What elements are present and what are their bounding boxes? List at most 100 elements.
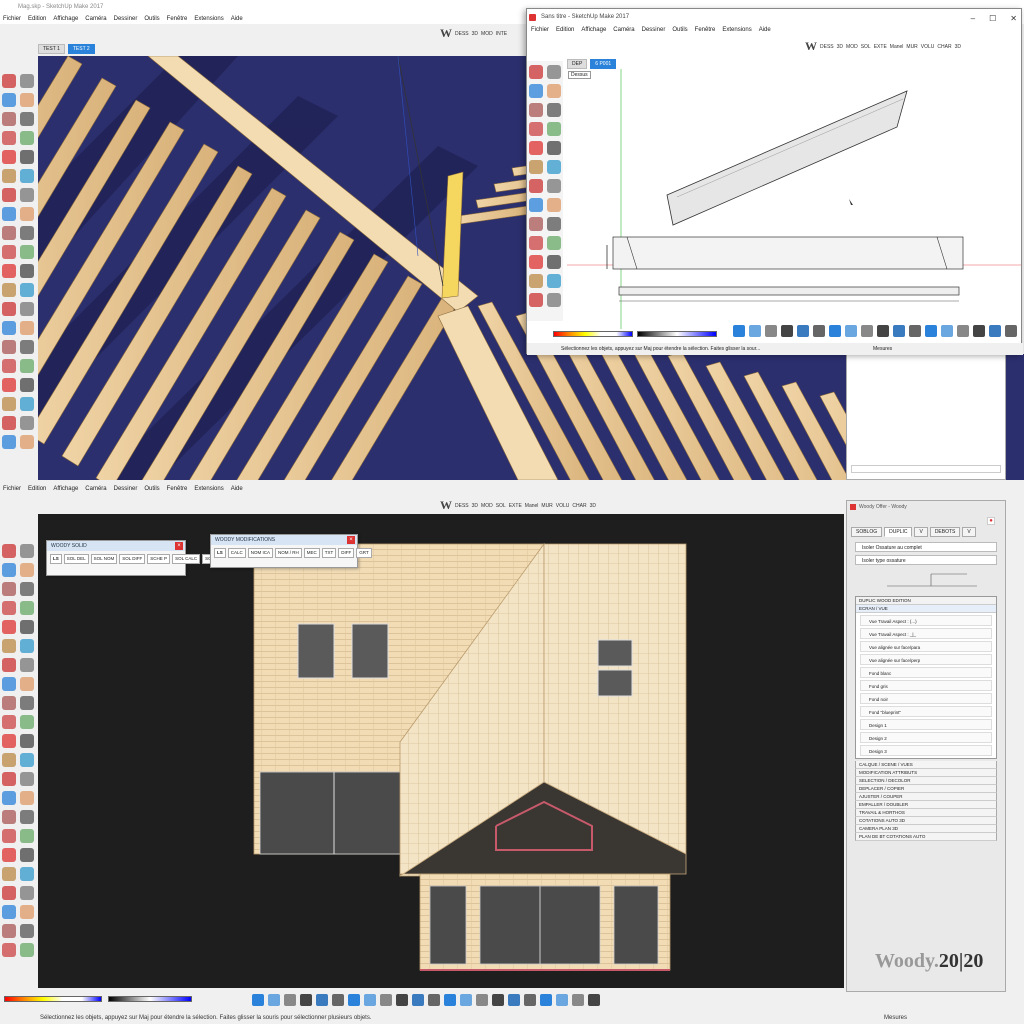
tool-icon[interactable]: [2, 378, 16, 392]
tool-icon[interactable]: [2, 620, 16, 634]
list-item[interactable]: Vue alignée sur face/para: [860, 641, 992, 652]
view-tool-icon[interactable]: [508, 994, 520, 1006]
tool-icon[interactable]: [529, 65, 543, 79]
view-tool-icon[interactable]: [348, 994, 360, 1006]
b-tb-mod[interactable]: MOD: [481, 503, 493, 509]
tool-icon[interactable]: [2, 544, 16, 558]
sub-menu-fichier[interactable]: Fichier: [531, 25, 549, 35]
tool-icon[interactable]: [547, 274, 561, 288]
tool-icon[interactable]: [529, 84, 543, 98]
list-item[interactable]: Design 2: [860, 732, 992, 743]
minimize-icon[interactable]: –: [971, 11, 975, 27]
tool-icon[interactable]: [529, 122, 543, 136]
woody-logo-icon[interactable]: W: [440, 26, 452, 41]
view-tool-icon[interactable]: [444, 994, 456, 1006]
b-menu-fenetre[interactable]: Fenêtre: [167, 484, 188, 494]
tool-icon[interactable]: [20, 677, 34, 691]
view-tool-icon[interactable]: [989, 325, 1001, 337]
tool-icon[interactable]: [2, 245, 16, 259]
menu-edition[interactable]: Edition: [28, 14, 46, 24]
b-tb-volu[interactable]: VOLU: [556, 503, 570, 509]
tool-icon[interactable]: [2, 150, 16, 164]
tool-icon[interactable]: [2, 810, 16, 824]
tool-icon[interactable]: [547, 179, 561, 193]
tool-icon[interactable]: [2, 321, 16, 335]
tool-icon[interactable]: [20, 93, 34, 107]
list-item[interactable]: Vue Travail Aspect : (...): [860, 615, 992, 626]
btn-isoler-type[interactable]: Isoler type ossature: [855, 555, 997, 565]
tool-icon[interactable]: [20, 188, 34, 202]
tb-3d[interactable]: 3D: [472, 31, 478, 37]
view-tool-icon[interactable]: [556, 994, 568, 1006]
list-item[interactable]: Design 1: [860, 719, 992, 730]
tool-icon[interactable]: [547, 122, 561, 136]
tool-icon[interactable]: [20, 264, 34, 278]
list-item[interactable]: Fond "blueprint": [860, 706, 992, 717]
section-item[interactable]: AJUSTER / COUPER: [855, 793, 997, 801]
section-item[interactable]: SELECTION / DECOLOR: [855, 777, 997, 785]
tool-icon[interactable]: [20, 924, 34, 938]
tool-icon[interactable]: [529, 160, 543, 174]
view-tool-icon[interactable]: [252, 994, 264, 1006]
woody-panel-pin-icon[interactable]: ●: [987, 517, 995, 525]
menu-dessiner[interactable]: Dessiner: [114, 14, 138, 24]
tool-icon[interactable]: [20, 639, 34, 653]
tool-icon[interactable]: [20, 112, 34, 126]
section-item[interactable]: CALQUE / SCENE / VUES: [855, 761, 997, 769]
menu-affichage[interactable]: Affichage: [53, 14, 78, 24]
close-icon[interactable]: ✕: [1010, 11, 1017, 27]
b-tb-dess[interactable]: DESS: [455, 503, 469, 509]
tool-icon[interactable]: [529, 103, 543, 117]
sub-tb-mod[interactable]: MOD: [846, 44, 858, 50]
btn-sche-p[interactable]: SCHE P: [147, 554, 171, 564]
view-tool-icon[interactable]: [316, 994, 328, 1006]
view-tool-icon[interactable]: [749, 325, 761, 337]
list-item[interactable]: Vue alignée sur face/perp: [860, 654, 992, 665]
view-tool-icon[interactable]: [412, 994, 424, 1006]
view-tool-icon[interactable]: [1005, 325, 1017, 337]
tool-icon[interactable]: [20, 829, 34, 843]
tool-icon[interactable]: [20, 848, 34, 862]
tool-icon[interactable]: [2, 582, 16, 596]
b-tb-char[interactable]: CHAR: [572, 503, 586, 509]
wp-tab-v[interactable]: V: [914, 527, 928, 537]
tb-inte[interactable]: INTE: [496, 31, 507, 37]
sub-tb-3d-2[interactable]: 3D: [955, 44, 961, 50]
tool-icon[interactable]: [2, 93, 16, 107]
tool-icon[interactable]: [547, 255, 561, 269]
sub-menu-edition[interactable]: Edition: [556, 25, 574, 35]
tool-icon[interactable]: [20, 131, 34, 145]
view-tool-icon[interactable]: [973, 325, 985, 337]
sub-tb-mur[interactable]: MUR: [906, 44, 917, 50]
tool-icon[interactable]: [2, 283, 16, 297]
b-menu-edition[interactable]: Edition: [28, 484, 46, 494]
tool-icon[interactable]: [2, 753, 16, 767]
tool-icon[interactable]: [2, 188, 16, 202]
sub-tb-dess[interactable]: DESS: [820, 44, 834, 50]
tool-icon[interactable]: [20, 886, 34, 900]
sub-tab-dep[interactable]: DEP: [567, 59, 588, 69]
tool-icon[interactable]: [2, 734, 16, 748]
b-menu-outils[interactable]: Outils: [144, 484, 159, 494]
sub-woody-logo-icon[interactable]: W: [805, 39, 817, 54]
b-menu-extensions[interactable]: Extensions: [194, 484, 223, 494]
tool-icon[interactable]: [20, 74, 34, 88]
wp-tab-duplic[interactable]: DUPLIC: [884, 527, 913, 537]
tool-icon[interactable]: [2, 601, 16, 615]
btn-diff[interactable]: DIFF: [338, 548, 355, 558]
sub-menu-dessiner[interactable]: Dessiner: [642, 25, 666, 35]
btn-isoler-ossature[interactable]: Isoler Ossature au complet: [855, 542, 997, 552]
menu-fichier[interactable]: Fichier: [3, 14, 21, 24]
tool-icon[interactable]: [547, 84, 561, 98]
tool-icon[interactable]: [529, 293, 543, 307]
sub-tb-volu[interactable]: VOLU: [921, 44, 935, 50]
tool-icon[interactable]: [2, 169, 16, 183]
section-item[interactable]: COTATIONS AUTO 3D: [855, 817, 997, 825]
view-tool-icon[interactable]: [268, 994, 280, 1006]
sub-viewport[interactable]: Dessus: [567, 69, 1021, 329]
sub-menu-affichage[interactable]: Affichage: [581, 25, 606, 35]
tool-icon[interactable]: [20, 772, 34, 786]
house-3d-viewport[interactable]: [38, 514, 844, 988]
tool-icon[interactable]: [2, 226, 16, 240]
tool-icon[interactable]: [20, 715, 34, 729]
